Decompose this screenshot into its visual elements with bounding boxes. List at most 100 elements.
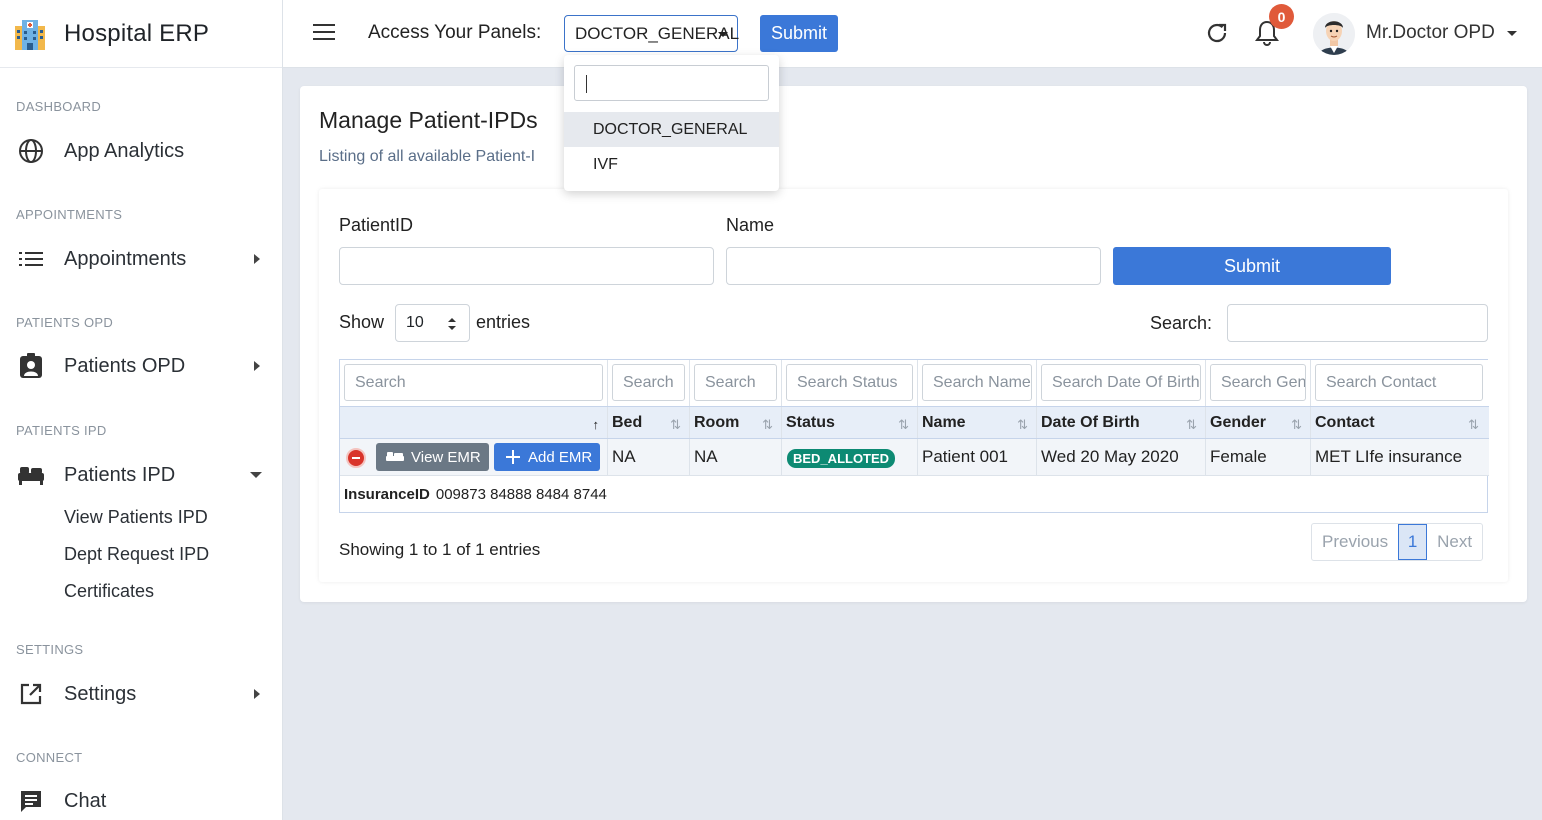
- column-search-input[interactable]: Search Contact: [1315, 364, 1483, 401]
- pagination-page-1[interactable]: 1: [1398, 524, 1428, 560]
- sidebar-item-label: Appointments: [64, 247, 187, 270]
- user-name[interactable]: Mr.Doctor OPD: [1366, 22, 1495, 44]
- panel-dropdown-search-input[interactable]: [574, 65, 769, 101]
- page-title: Manage Patient-IPDs: [319, 107, 538, 133]
- globe-icon: [18, 138, 44, 164]
- row-details: InsuranceID 009873 84888 8484 8744: [340, 476, 1487, 512]
- insurance-id-label: InsuranceID: [344, 485, 430, 503]
- refresh-icon[interactable]: [1205, 21, 1229, 45]
- entries-length-value: 10: [406, 314, 424, 331]
- section-label-appointments: APPOINTMENTS: [16, 207, 123, 222]
- sidebar-item-app-analytics[interactable]: App Analytics: [0, 131, 282, 171]
- hospital-icon: [15, 19, 45, 50]
- chat-icon: [18, 788, 44, 814]
- section-label-patients-ipd: PATIENTS IPD: [16, 423, 107, 438]
- sort-updown-icon: [448, 318, 456, 330]
- column-header[interactable]: Date Of Birth ⇅: [1037, 407, 1206, 438]
- sort-icon: ⇅: [1468, 417, 1479, 432]
- sidebar-item-label: Patients IPD: [64, 463, 176, 486]
- name-input[interactable]: [726, 247, 1101, 285]
- plus-icon: [506, 450, 520, 464]
- name-label: Name: [726, 215, 775, 235]
- table-header-row: ↑ Bed ⇅ Room ⇅ Status ⇅ Name ⇅ Date Of Birth…: [340, 406, 1489, 439]
- column-header[interactable]: Contact ⇅: [1311, 407, 1487, 438]
- sort-icon: ⇅: [898, 417, 909, 432]
- section-label-settings: SETTINGS: [16, 642, 84, 657]
- sort-icon: ⇅: [1291, 417, 1302, 432]
- sidebar-subitem-certificates[interactable]: Certificates: [64, 581, 154, 602]
- brand[interactable]: Hospital ERP: [0, 0, 282, 68]
- collapse-row-button[interactable]: [346, 448, 366, 468]
- patient-id-input[interactable]: [339, 247, 714, 285]
- topbar: Access Your Panels: DOCTOR_GENERAL Submi…: [283, 0, 1542, 68]
- column-header[interactable]: Room ⇅: [690, 407, 782, 438]
- caret-down-icon[interactable]: [1507, 31, 1517, 36]
- sidebar: Hospital ERP DASHBOARD App Analytics APP…: [0, 0, 283, 820]
- panel-option-ivf[interactable]: IVF: [564, 147, 779, 182]
- panel-submit-button[interactable]: Submit: [760, 15, 838, 52]
- main-card: Manage Patient-IPDs Listing of all avail…: [300, 86, 1527, 602]
- column-search-input[interactable]: Search: [694, 364, 777, 401]
- avatar[interactable]: [1313, 13, 1355, 55]
- panel-option-doctor-general[interactable]: DOCTOR_GENERAL: [564, 112, 779, 147]
- sort-asc-icon: ↑: [592, 417, 600, 432]
- section-label-patients-opd: PATIENTS OPD: [16, 315, 114, 330]
- pagination-previous[interactable]: Previous: [1312, 524, 1398, 560]
- chevron-down-icon: [250, 472, 262, 478]
- column-header[interactable]: ↑: [340, 407, 608, 438]
- sidebar-item-appointments[interactable]: Appointments: [0, 239, 282, 279]
- cell-bed: NA: [612, 447, 636, 466]
- panel-select-value: DOCTOR_GENERAL: [575, 23, 740, 43]
- sort-icon: ⇅: [1186, 417, 1197, 432]
- sort-icon: ⇅: [670, 417, 681, 432]
- cell-contact: MET LIfe insurance: [1315, 447, 1463, 466]
- table-info: Showing 1 to 1 of 1 entries: [339, 540, 541, 559]
- table-search-input[interactable]: [1227, 304, 1488, 342]
- cell-name: Patient 001: [922, 447, 1009, 466]
- cell-gender: Female: [1210, 447, 1267, 466]
- column-header[interactable]: Status ⇅: [782, 407, 918, 438]
- table-search-label: Search:: [1150, 313, 1213, 333]
- sidebar-item-settings[interactable]: Settings: [0, 674, 282, 714]
- sidebar-subitem-dept-request-ipd[interactable]: Dept Request IPD: [64, 544, 209, 565]
- list-icon: [18, 246, 44, 272]
- chevron-right-icon: [254, 254, 260, 264]
- status-badge: BED_ALLOTED: [787, 449, 896, 468]
- brand-title: Hospital ERP: [64, 19, 210, 47]
- sidebar-item-patients-opd[interactable]: Patients OPD: [0, 346, 282, 386]
- column-search-input[interactable]: Search Status: [786, 364, 913, 401]
- column-search-input[interactable]: Search Gender: [1210, 364, 1306, 401]
- panel-dropdown: DOCTOR_GENERAL IVF: [564, 55, 779, 191]
- column-search-input[interactable]: Search: [344, 364, 603, 401]
- pagination-next[interactable]: Next: [1427, 524, 1482, 560]
- table-row[interactable]: View EMR Add EMR NA NA BED_ALLOTED Patie…: [340, 439, 1489, 476]
- cell-dob: Wed 20 May 2020: [1041, 447, 1179, 466]
- column-header[interactable]: Name ⇅: [918, 407, 1037, 438]
- sidebar-item-patients-ipd[interactable]: Patients IPD: [0, 455, 282, 495]
- hamburger-menu-icon[interactable]: [313, 24, 335, 42]
- sidebar-item-label: Chat: [64, 789, 107, 812]
- column-search-input[interactable]: Search: [612, 364, 685, 401]
- filter-submit-button[interactable]: Submit: [1113, 247, 1391, 285]
- panel-select[interactable]: DOCTOR_GENERAL: [564, 15, 740, 52]
- external-link-icon: [18, 681, 44, 707]
- add-emr-button[interactable]: Add EMR: [494, 443, 600, 471]
- patients-table: Search Search Search Search Status Searc…: [339, 359, 1489, 513]
- bed-icon: [18, 462, 44, 488]
- entries-length-select[interactable]: 10: [395, 304, 470, 342]
- column-search-input[interactable]: Search Date Of Birth: [1041, 364, 1201, 401]
- sidebar-item-chat[interactable]: Chat: [0, 781, 282, 820]
- column-search-input[interactable]: Search Name: [922, 364, 1032, 401]
- chevron-right-icon: [254, 361, 260, 371]
- panels-label: Access Your Panels:: [368, 22, 542, 43]
- column-header[interactable]: Gender ⇅: [1206, 407, 1311, 438]
- sidebar-subitem-view-patients-ipd[interactable]: View Patients IPD: [64, 507, 208, 528]
- column-header[interactable]: Bed ⇅: [608, 407, 690, 438]
- column-search-row: Search Search Search Search Status Searc…: [340, 360, 1489, 406]
- filter-table-panel: PatientID Name Submit Show 10 entries Se…: [319, 189, 1508, 582]
- clipboard-user-icon: [18, 353, 44, 379]
- bed-icon: [386, 452, 404, 461]
- sidebar-item-label: App Analytics: [64, 139, 185, 162]
- view-emr-button[interactable]: View EMR: [376, 443, 489, 471]
- patient-id-label: PatientID: [339, 215, 414, 235]
